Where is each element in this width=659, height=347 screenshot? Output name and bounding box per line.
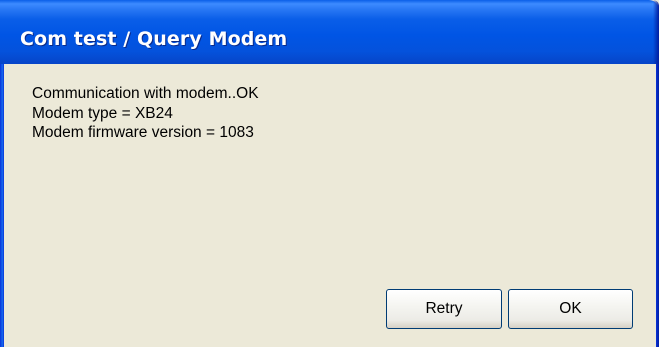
title-bar-edge [653,0,659,64]
ok-button[interactable]: OK [508,289,633,329]
modem-type-line: Modem type = XB24 [32,104,173,122]
dialog-window: Com test / Query Modem Communication wit… [0,0,659,347]
firmware-version-line: Modem firmware version = 1083 [32,124,254,141]
retry-button[interactable]: Retry [386,289,502,329]
window-title: Com test / Query Modem [20,28,288,50]
communication-status-line: Communication with modem..OK [32,85,259,102]
status-message: Communication with modem..OK Modem type … [32,84,259,143]
title-bar[interactable]: Com test / Query Modem [0,0,659,64]
